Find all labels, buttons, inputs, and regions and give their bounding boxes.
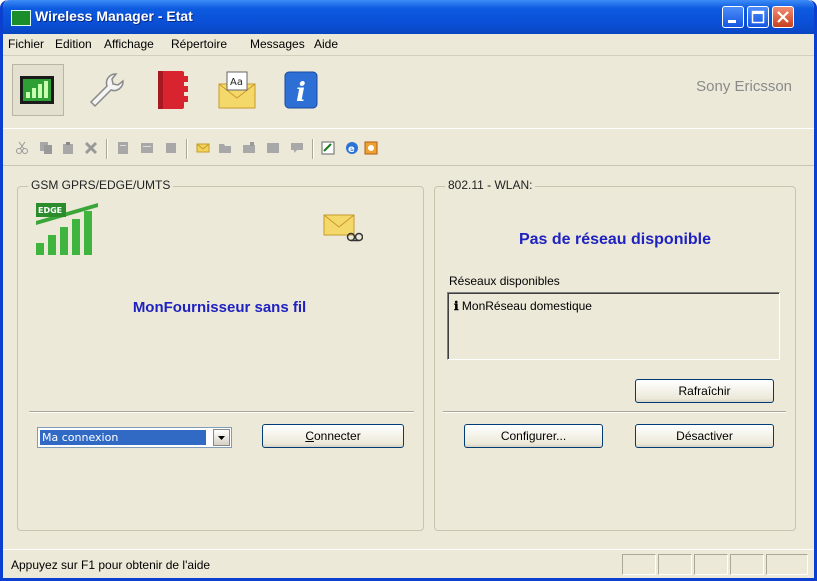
settings-icon[interactable] [364,141,378,155]
doc-icon[interactable] [116,141,130,155]
resize-grip[interactable] [766,554,808,575]
menu-aide[interactable]: Aide [314,37,338,51]
status-text: Appuyez sur F1 pour obtenir de l'aide [11,558,211,572]
status-bar: Appuyez sur F1 pour obtenir de l'aide [3,549,814,578]
menu-repertoire[interactable]: Répertoire [171,37,227,51]
folder2-icon[interactable] [242,141,256,155]
close-button[interactable] [772,6,794,28]
info-icon[interactable]: i [279,68,323,112]
edit-icon[interactable] [321,141,335,155]
toolbar-separator [106,139,108,159]
cut-icon[interactable] [15,141,29,155]
menu-edition[interactable]: Edition [55,37,92,51]
signal-status-icon[interactable] [12,64,64,116]
connect-button[interactable]: Connecter [262,424,404,448]
svg-text:i: i [296,78,306,108]
browser-icon[interactable]: e [345,141,359,155]
folder-icon[interactable] [218,141,232,155]
network-name: MonRéseau domestique [461,299,592,313]
connect-button-accel: C [305,429,314,443]
status-pane [694,554,728,575]
connect-button-label: onnecter [313,429,361,443]
list-item[interactable]: ℹ MonRéseau domestique [454,299,592,313]
disable-button[interactable]: Désactiver [635,424,774,448]
voicemail-icon [323,214,363,242]
main-toolbar: Aa i Sony Ericsson [3,56,814,124]
toolbar-separator [186,139,188,159]
status-pane [622,554,656,575]
folder3-icon[interactable] [266,141,280,155]
copy-icon[interactable] [39,141,53,155]
minimize-button[interactable] [722,6,744,28]
edge-badge: EDGE [38,206,62,215]
menu-bar: Fichier Edition Affichage Répertoire Mes… [3,34,814,56]
wrench-icon[interactable] [83,68,127,112]
status-pane [730,554,764,575]
status-pane [658,554,692,575]
signal-strength-icon: EDGE [36,203,98,255]
svg-text:Aa: Aa [230,77,243,88]
window-title: Wireless Manager - Etat [35,8,193,24]
doc2-icon[interactable] [140,141,154,155]
menu-fichier[interactable]: Fichier [8,37,44,51]
network-info-icon: ℹ [454,299,459,313]
gsm-divider [29,411,414,413]
doc3-icon[interactable] [164,141,178,155]
menu-affichage[interactable]: Affichage [104,37,154,51]
app-icon [11,10,31,26]
wlan-group-title: 802.11 - WLAN: [445,178,536,192]
toolbar-separator [312,139,314,159]
secondary-toolbar: e [3,128,814,166]
envelope-aa-icon[interactable]: Aa [215,68,259,112]
chevron-down-icon[interactable] [213,429,230,446]
title-bar[interactable]: Wireless Manager - Etat [3,0,814,34]
delete-icon[interactable] [84,141,98,155]
refresh-button[interactable]: Rafraîchir [635,379,774,403]
paste-icon[interactable] [61,141,75,155]
menu-messages[interactable]: Messages [250,37,305,51]
svg-text:e: e [348,144,355,155]
configure-button[interactable]: Configurer... [464,424,603,448]
gsm-group-title: GSM GPRS/EDGE/UMTS [28,178,174,192]
red-book-icon[interactable] [150,68,194,112]
maximize-button[interactable] [747,6,769,28]
wlan-divider [443,411,786,413]
brand-logo: Sony Ericsson [696,78,792,95]
wlan-status: Pas de réseau disponible [518,231,712,248]
connection-select-value: Ma connexion [40,430,206,445]
comment-icon[interactable] [290,141,304,155]
available-networks-label: Réseaux disponibles [449,274,560,288]
envelope-icon[interactable] [196,141,210,155]
provider-name: MonFournisseur sans fil [132,299,307,316]
app-window: Wireless Manager - Etat Fichier Edition … [0,0,817,581]
connection-select[interactable]: Ma connexion [37,427,232,448]
networks-list[interactable]: ℹ MonRéseau domestique [447,292,780,360]
